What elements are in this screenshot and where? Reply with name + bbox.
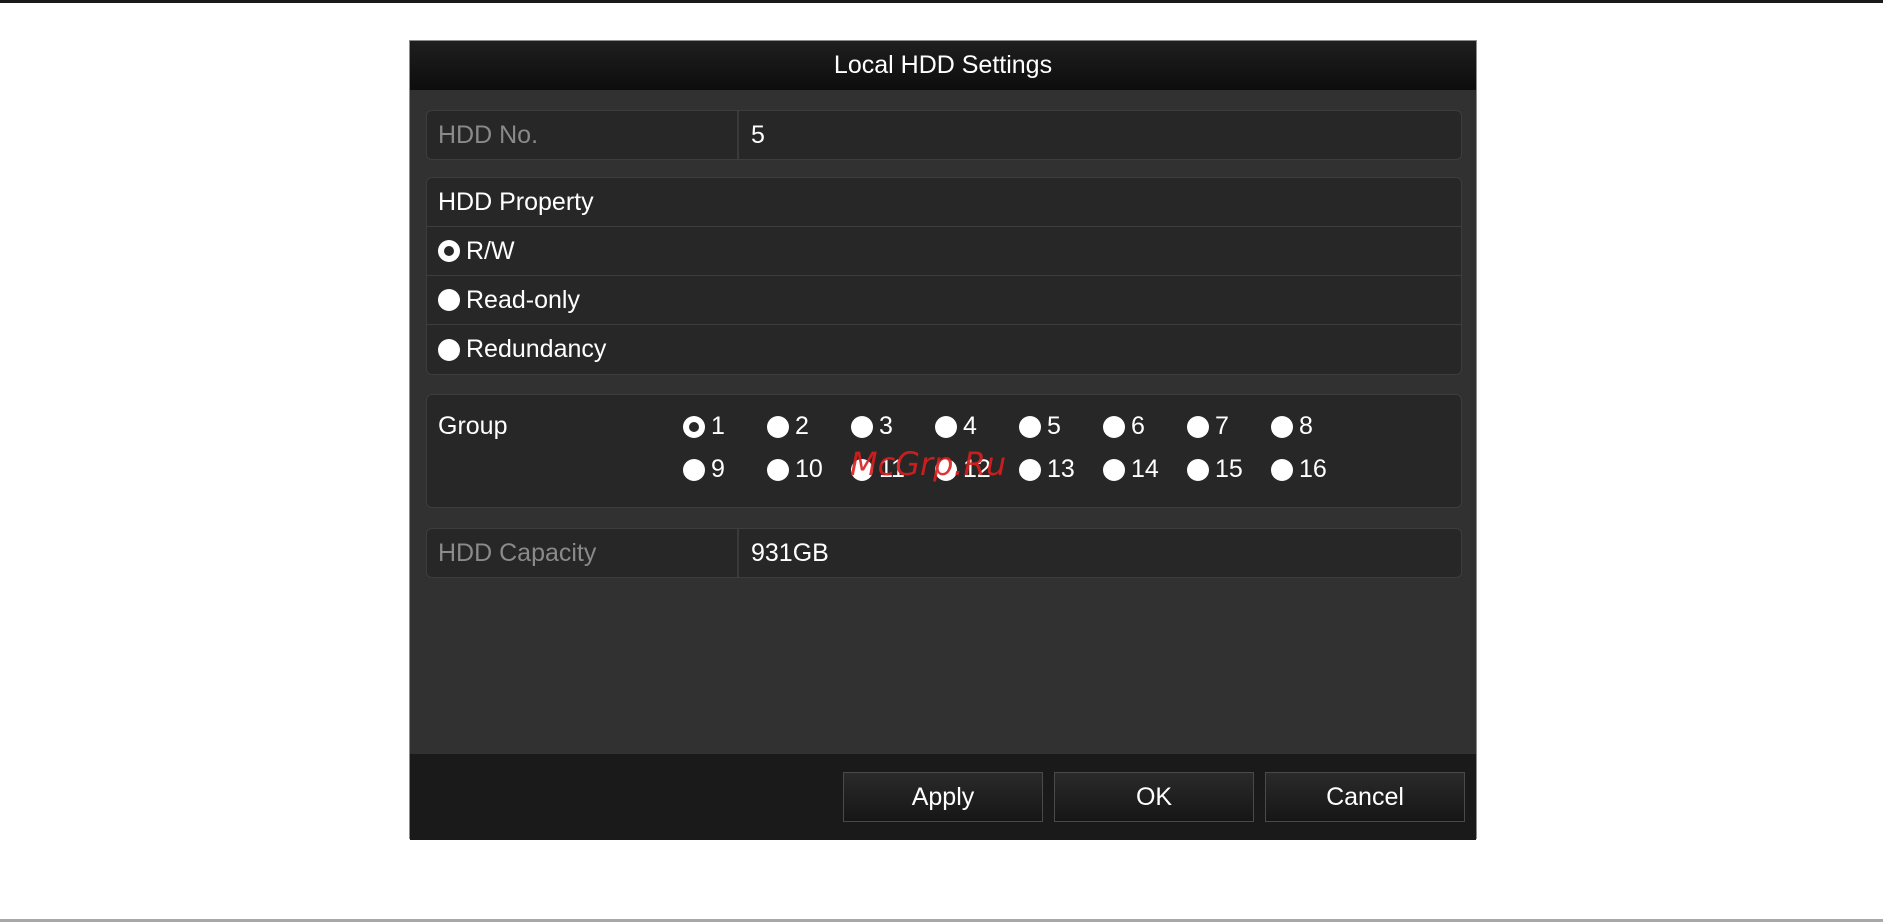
group-radio-1[interactable] (683, 415, 705, 438)
group-radio-14[interactable] (1103, 458, 1125, 481)
group-radio-4[interactable] (935, 415, 957, 438)
group-option-10-label: 10 (795, 455, 823, 483)
group-option-2-label: 2 (795, 412, 809, 440)
group-option-16-label: 16 (1299, 455, 1327, 483)
group-radio-10[interactable] (767, 458, 789, 481)
group-radio-8[interactable] (1271, 415, 1293, 438)
group-option-13-label: 13 (1047, 455, 1075, 483)
group-option-16[interactable]: 16 (1271, 455, 1327, 484)
group-option-7[interactable]: 7 (1187, 412, 1229, 441)
group-option-8-label: 8 (1299, 412, 1313, 440)
radio-redundancy[interactable] (438, 338, 460, 361)
group-radio-9[interactable] (683, 458, 705, 481)
group-option-3[interactable]: 3 (851, 412, 893, 441)
group-radio-7[interactable] (1187, 415, 1209, 438)
dialog-footer: Apply OK Cancel (410, 754, 1476, 840)
hdd-capacity-label: HDD Capacity (427, 529, 739, 577)
property-option-redundancy-label: Redundancy (466, 335, 607, 363)
group-option-10[interactable]: 10 (767, 455, 823, 484)
group-option-8[interactable]: 8 (1271, 412, 1313, 441)
group-option-2[interactable]: 2 (767, 412, 809, 441)
group-radio-16[interactable] (1271, 458, 1293, 481)
top-rule (0, 0, 1883, 3)
group-option-1[interactable]: 1 (683, 412, 725, 441)
hdd-property-heading-text: HDD Property (438, 187, 594, 216)
group-option-4[interactable]: 4 (935, 412, 977, 441)
property-option-redundancy[interactable]: Redundancy (427, 325, 1461, 374)
apply-button[interactable]: Apply (843, 772, 1043, 822)
group-option-7-label: 7 (1215, 412, 1229, 440)
hdd-capacity-panel: HDD Capacity 931GB (426, 528, 1462, 578)
hdd-no-value: 5 (751, 120, 765, 149)
group-option-15-label: 15 (1215, 455, 1243, 483)
group-option-5-label: 5 (1047, 412, 1061, 440)
group-option-15[interactable]: 15 (1187, 455, 1243, 484)
group-option-9-label: 9 (711, 455, 725, 483)
property-option-read-only[interactable]: Read-only (427, 276, 1461, 325)
group-radio-3[interactable] (851, 415, 873, 438)
ok-button[interactable]: OK (1054, 772, 1254, 822)
radio-read-only[interactable] (438, 289, 460, 311)
group-radio-13[interactable] (1019, 458, 1041, 481)
group-radio-5[interactable] (1019, 415, 1041, 438)
group-option-13[interactable]: 13 (1019, 455, 1075, 484)
cancel-button[interactable]: Cancel (1265, 772, 1465, 822)
group-label: Group (438, 412, 508, 440)
dialog-title: Local HDD Settings (410, 41, 1476, 90)
group-option-14-label: 14 (1131, 455, 1159, 483)
group-radio-2[interactable] (767, 415, 789, 438)
bottom-rule (0, 919, 1883, 922)
group-option-5[interactable]: 5 (1019, 412, 1061, 441)
property-option-rw-label: R/W (466, 236, 515, 265)
group-option-1-label: 1 (711, 412, 725, 440)
hdd-property-heading: HDD Property (427, 178, 1461, 227)
property-option-rw[interactable]: R/W (427, 227, 1461, 276)
hdd-property-panel: HDD Property R/W Read-only Redundancy (426, 177, 1462, 375)
hdd-capacity-value: 931GB (751, 538, 829, 567)
group-option-6-label: 6 (1131, 412, 1145, 440)
hdd-no-label: HDD No. (427, 111, 739, 159)
group-radio-6[interactable] (1103, 415, 1125, 438)
watermark-text: McGrp.Ru (850, 445, 1007, 483)
group-option-6[interactable]: 6 (1103, 412, 1145, 441)
local-hdd-settings-dialog: Local HDD Settings HDD No. 5 HDD Propert… (409, 40, 1477, 840)
group-option-9[interactable]: 9 (683, 455, 725, 484)
group-option-4-label: 4 (963, 412, 977, 440)
hdd-no-panel: HDD No. 5 (426, 110, 1462, 160)
group-option-3-label: 3 (879, 412, 893, 440)
radio-rw[interactable] (438, 240, 460, 262)
property-option-read-only-label: Read-only (466, 285, 580, 314)
group-radio-15[interactable] (1187, 458, 1209, 481)
group-option-14[interactable]: 14 (1103, 455, 1159, 484)
